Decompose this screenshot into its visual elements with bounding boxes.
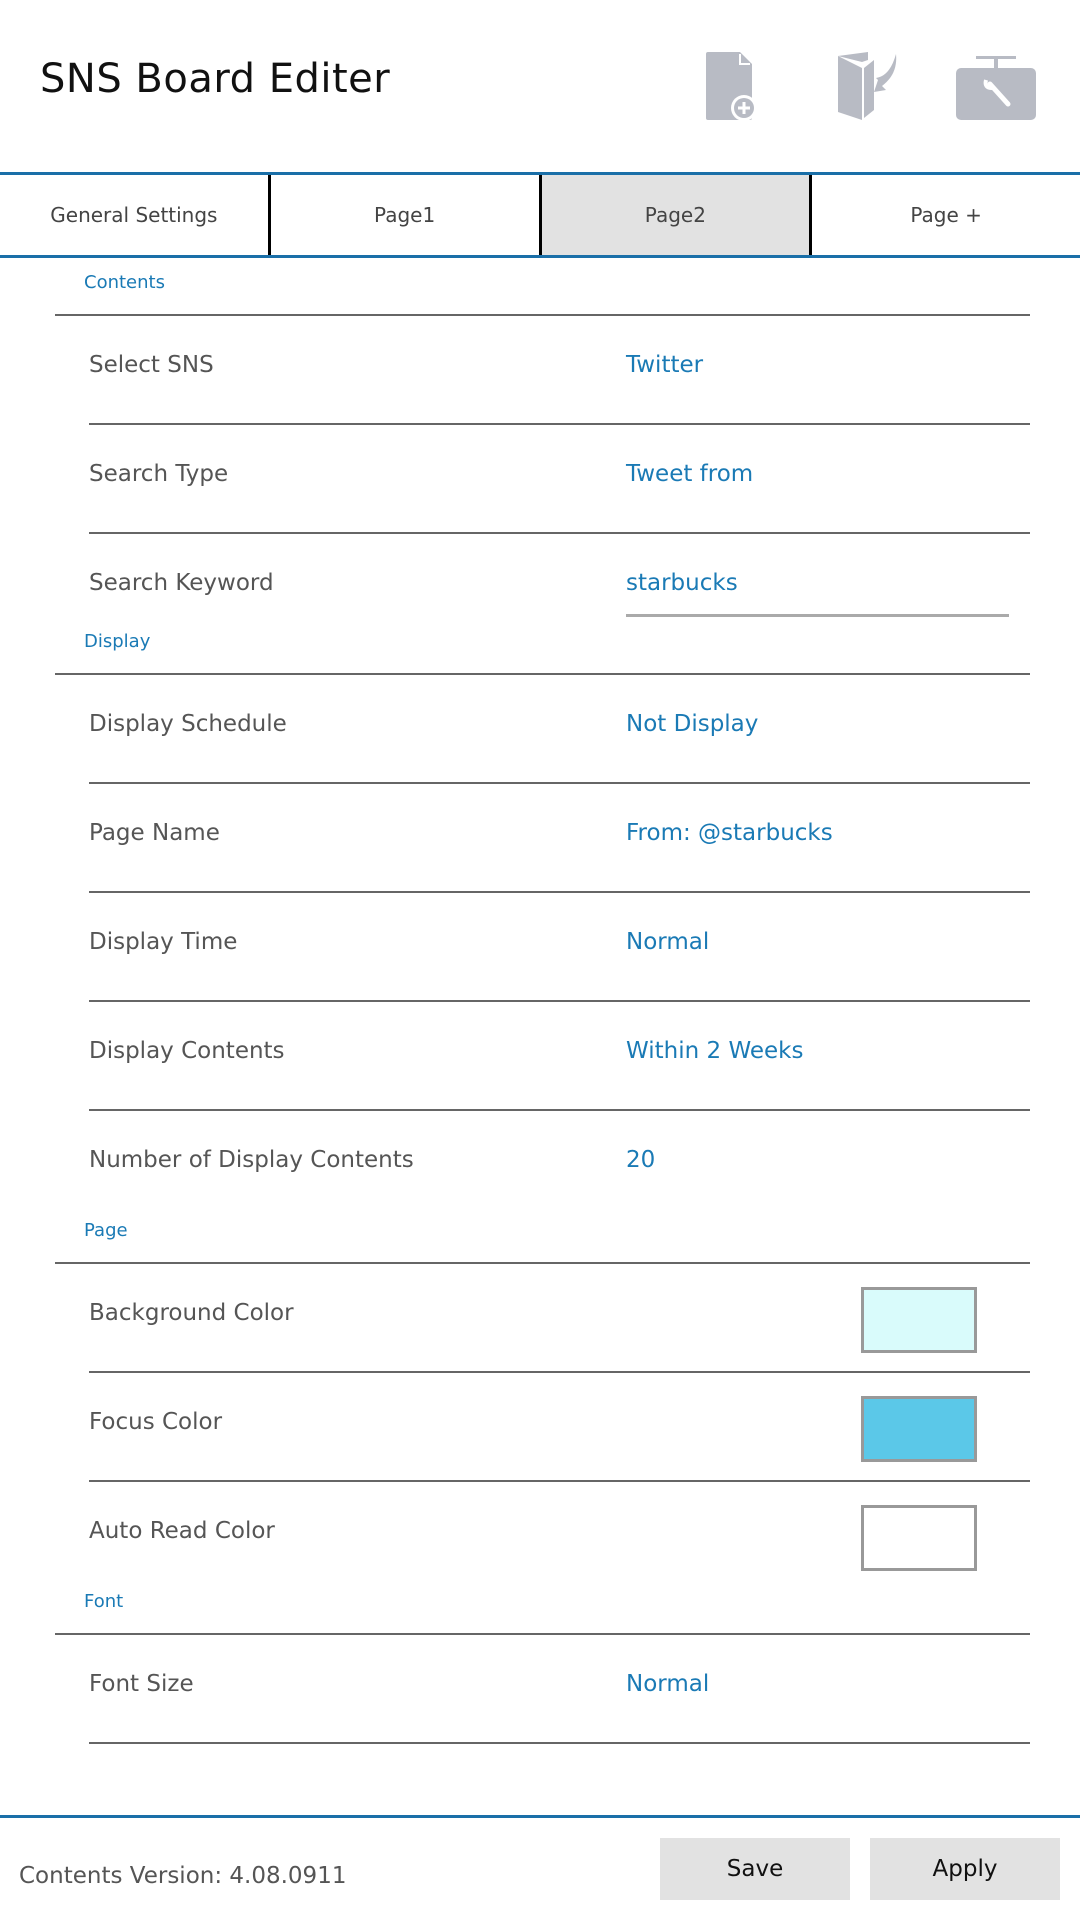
contents-version: Contents Version: 4.08.0911 bbox=[19, 1863, 347, 1889]
section-title: Page bbox=[84, 1220, 128, 1241]
setting-font-size[interactable]: Font Size Normal bbox=[89, 1635, 1030, 1744]
section-header-display: Display bbox=[55, 617, 1030, 675]
setting-value[interactable]: Twitter bbox=[626, 352, 703, 378]
setting-value[interactable]: Normal bbox=[626, 929, 709, 955]
setting-label: Search Type bbox=[89, 461, 229, 487]
setting-label: Auto Read Color bbox=[89, 1518, 275, 1544]
setting-search-type[interactable]: Search Type Tweet from bbox=[89, 425, 1030, 534]
setting-label: Focus Color bbox=[89, 1409, 223, 1435]
tab-page2[interactable]: Page2 bbox=[541, 175, 813, 255]
tab-page1[interactable]: Page1 bbox=[271, 175, 542, 255]
open-book-icon[interactable] bbox=[834, 50, 906, 122]
setting-background-color[interactable]: Background Color bbox=[89, 1264, 1030, 1373]
setting-display-time[interactable]: Display Time Normal bbox=[89, 893, 1030, 1002]
setting-label: Font Size bbox=[89, 1671, 194, 1697]
tab-add-page[interactable]: Page + bbox=[812, 175, 1080, 255]
auto-read-color-swatch[interactable] bbox=[861, 1505, 977, 1571]
save-button[interactable]: Save bbox=[660, 1838, 850, 1900]
setting-label: Display Contents bbox=[89, 1038, 285, 1064]
setting-value[interactable]: Tweet from bbox=[626, 461, 753, 487]
setting-number-of-display-contents[interactable]: Number of Display Contents 20 bbox=[89, 1111, 1030, 1218]
section-header-contents: Contents bbox=[55, 258, 1030, 316]
setting-label: Display Time bbox=[89, 929, 238, 955]
setting-label: Number of Display Contents bbox=[89, 1147, 414, 1173]
section-header-page: Page bbox=[55, 1206, 1030, 1264]
setting-label: Select SNS bbox=[89, 352, 214, 378]
setting-value[interactable]: From: @starbucks bbox=[626, 820, 833, 846]
setting-auto-read-color[interactable]: Auto Read Color bbox=[89, 1482, 1030, 1589]
apply-button[interactable]: Apply bbox=[870, 1838, 1060, 1900]
focus-color-swatch[interactable] bbox=[861, 1396, 977, 1462]
setting-value[interactable]: 20 bbox=[626, 1147, 655, 1173]
page-tabs: General Settings Page1 Page2 Page + bbox=[0, 172, 1080, 258]
section-title: Font bbox=[84, 1591, 124, 1612]
setting-label: Display Schedule bbox=[89, 711, 287, 737]
tab-general-settings[interactable]: General Settings bbox=[0, 175, 271, 255]
section-title: Display bbox=[84, 631, 151, 652]
setting-value[interactable]: Normal bbox=[626, 1671, 709, 1697]
app-title: SNS Board Editer bbox=[40, 56, 391, 102]
search-keyword-input[interactable]: starbucks bbox=[626, 570, 1009, 617]
setting-display-contents[interactable]: Display Contents Within 2 Weeks bbox=[89, 1002, 1030, 1111]
setting-label: Search Keyword bbox=[89, 570, 274, 596]
setting-display-schedule[interactable]: Display Schedule Not Display bbox=[89, 675, 1030, 784]
settings-list: Contents Select SNS Twitter Search Type … bbox=[0, 258, 1080, 1744]
setting-focus-color[interactable]: Focus Color bbox=[89, 1373, 1030, 1482]
footer-bar: Contents Version: 4.08.0911 Save Apply bbox=[0, 1815, 1080, 1923]
setting-page-name[interactable]: Page Name From: @starbucks bbox=[89, 784, 1030, 893]
new-page-icon[interactable] bbox=[704, 50, 760, 122]
setting-value[interactable]: Not Display bbox=[626, 711, 758, 737]
background-color-swatch[interactable] bbox=[861, 1287, 977, 1353]
setting-select-sns[interactable]: Select SNS Twitter bbox=[89, 316, 1030, 425]
setting-value[interactable]: Within 2 Weeks bbox=[626, 1038, 803, 1064]
section-header-font: Font bbox=[55, 1577, 1030, 1635]
setting-label: Page Name bbox=[89, 820, 220, 846]
header: SNS Board Editer bbox=[0, 0, 1080, 172]
toolbox-wrench-icon[interactable] bbox=[956, 50, 1036, 122]
section-title: Contents bbox=[84, 272, 165, 293]
setting-label: Background Color bbox=[89, 1300, 294, 1326]
